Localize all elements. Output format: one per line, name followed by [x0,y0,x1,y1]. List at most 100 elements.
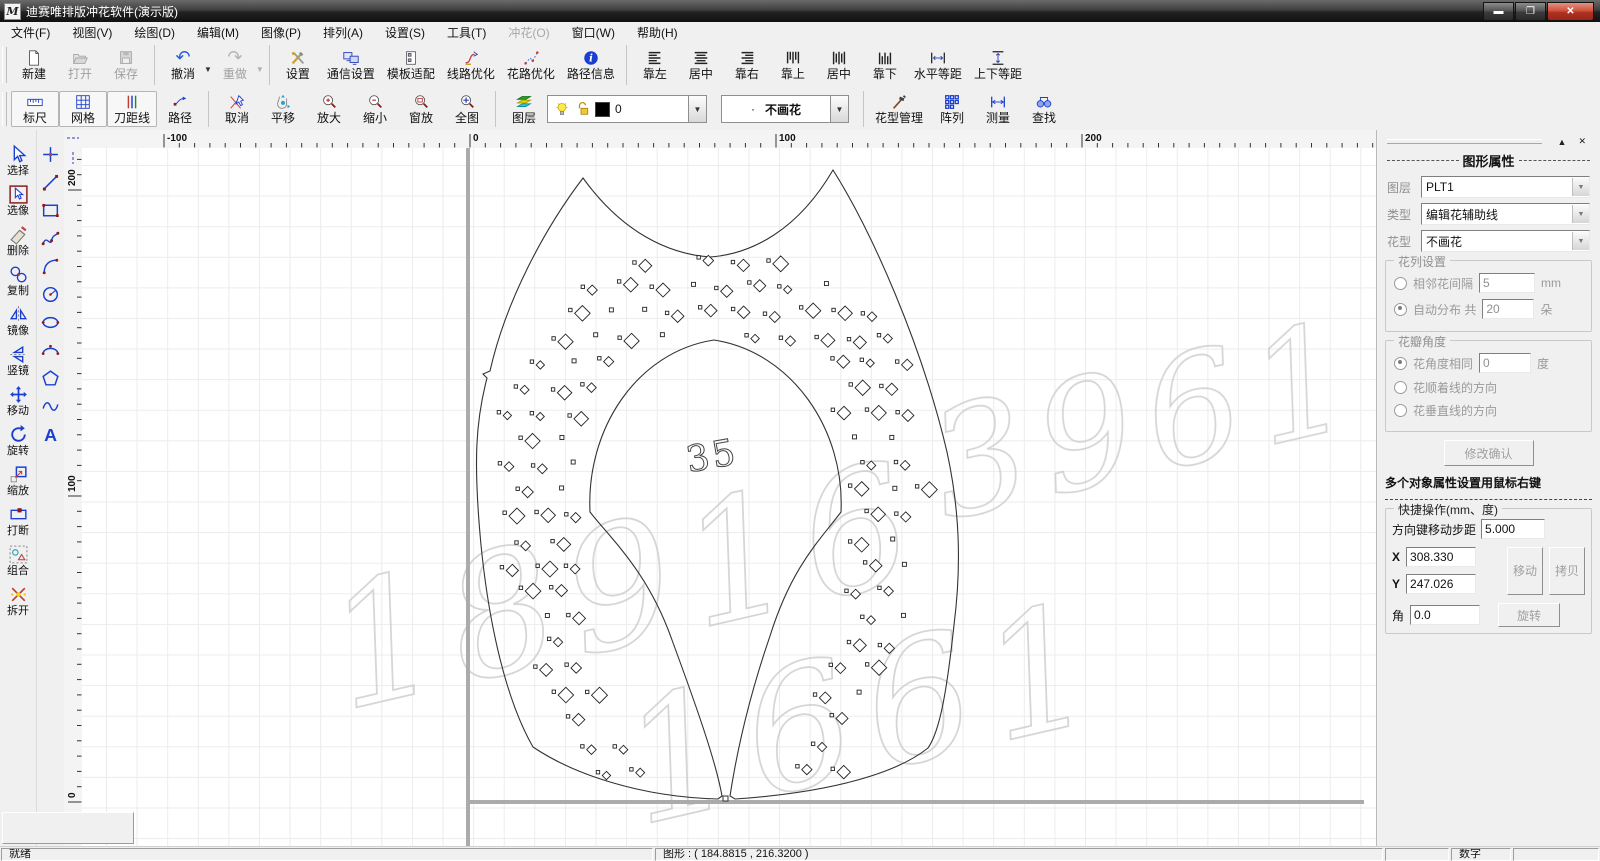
spacing-input[interactable]: 5 [1479,273,1535,293]
menu-window[interactable]: 窗口(W) [561,22,626,43]
auto-count-input[interactable]: 20 [1482,299,1534,319]
vertical-ruler[interactable]: 2001000 [64,148,83,846]
arc3point-tool-icon[interactable] [40,340,61,361]
flower-combo-arrow[interactable]: ▼ [1572,232,1589,250]
flower-manage-button[interactable]: 花型管理 [869,92,929,126]
copy-xy-button[interactable]: 拷贝 [1549,547,1585,595]
zoom-all-button[interactable]: 全图 [444,92,490,126]
pan-button[interactable]: 平移 [260,92,306,126]
tool-rotate[interactable]: 旋转 [7,424,29,457]
tool-delete[interactable]: 删除 [7,224,29,257]
ellipse-tool-icon[interactable] [40,312,61,333]
align-right-button[interactable]: 靠右 [724,48,770,82]
polygon-tool-icon[interactable] [40,368,61,389]
tool-ungroup[interactable]: 拆开 [7,584,29,617]
array-button[interactable]: 阵列 [929,92,975,126]
redo-dropdown-arrow[interactable]: ▼ [256,65,264,74]
tool-select[interactable]: 选择 [7,144,29,177]
close-button[interactable]: ✕ [1547,2,1594,21]
type-combo-arrow[interactable]: ▼ [1572,205,1589,223]
menu-punch[interactable]: 冲花(O) [497,22,560,43]
x-input[interactable]: 308.330 [1406,547,1476,567]
menu-draw[interactable]: 绘图(D) [123,22,186,43]
arc-tool-icon[interactable] [40,256,61,277]
space-horizontal-button[interactable]: 水平等距 [908,48,968,82]
panel-close-icon[interactable]: ✕ [1572,136,1592,147]
toolbar-grip[interactable] [2,92,7,126]
perp-line-radio[interactable] [1394,404,1407,417]
tool-select-image[interactable]: 选像 [7,184,29,217]
settings-button[interactable]: 设置 [275,48,321,82]
line-optimize-button[interactable]: 线路优化 [441,48,501,82]
drawing-canvas[interactable]: 18916 1661 3961 35 [82,148,1377,846]
polyline-tool-icon[interactable] [40,228,61,249]
spacing-radio[interactable] [1394,277,1407,290]
rotation-input[interactable]: 0.0 [1410,605,1480,625]
slit-node-marker[interactable] [723,796,728,801]
knife-line-toggle-button[interactable]: 刀距线 [107,91,157,127]
pen-layer-combo-arrow[interactable]: ▼ [688,95,707,123]
menu-file[interactable]: 文件(F) [0,22,61,43]
redo-button[interactable]: ↷ 重做 [212,48,258,82]
confirm-modify-button[interactable]: 修改确认 [1444,440,1534,466]
align-hcenter-button[interactable]: 居中 [678,48,724,82]
line-tool-icon[interactable] [40,172,61,193]
menu-tools[interactable]: 工具(T) [436,22,497,43]
ruler-toggle-button[interactable]: 标尺 [11,91,59,127]
align-top-button[interactable]: 靠上 [770,48,816,82]
undo-button[interactable]: ↶ 撤消 [160,48,206,82]
pen-layer-combo[interactable]: 0 [547,95,688,123]
menu-edit[interactable]: 编辑(M) [186,22,250,43]
minimize-button[interactable]: ▬ [1483,2,1514,21]
tool-scale[interactable]: 缩放 [7,464,29,497]
move-xy-button[interactable]: 移动 [1507,547,1543,595]
path-toggle-button[interactable]: 路径 [157,92,203,126]
panel-grip[interactable]: ▲ ✕ [1377,130,1600,149]
align-left-button[interactable]: 靠左 [632,48,678,82]
curve-tool-icon[interactable] [40,396,61,417]
step-input[interactable]: 5.000 [1481,519,1545,539]
template-fit-button[interactable]: 模板适配 [381,48,441,82]
tool-move[interactable]: 移动 [7,384,29,417]
measure-button[interactable]: 测量 [975,92,1021,126]
layer-combo[interactable]: PLT1 ▼ [1421,176,1590,198]
tool-group[interactable]: 组合 [7,544,29,577]
circle-tool-icon[interactable] [40,284,61,305]
cancel-button[interactable]: 取消 [214,92,260,126]
layer-combo-arrow[interactable]: ▼ [1572,178,1589,196]
rotate-apply-button[interactable]: 旋转 [1498,603,1560,627]
flower-type-combo-arrow[interactable]: ▼ [830,95,849,123]
new-button[interactable]: 新建 [11,48,57,82]
y-input[interactable]: 247.026 [1406,574,1476,594]
menu-view[interactable]: 视图(V) [61,22,123,43]
menu-settings[interactable]: 设置(S) [374,22,436,43]
zoom-in-button[interactable]: 放大 [306,92,352,126]
same-angle-radio[interactable] [1394,357,1407,370]
path-info-button[interactable]: i 路径信息 [561,48,621,82]
save-button[interactable]: 保存 [103,48,149,82]
tool-mirror-vertical[interactable]: 竖镜 [7,344,29,377]
tool-copy[interactable]: 复制 [7,264,29,297]
rectangle-tool-icon[interactable] [40,200,61,221]
flower-type-combo[interactable]: · 不画花 [721,95,830,123]
angle-input[interactable]: 0 [1479,353,1531,373]
horizontal-ruler[interactable]: -1000100200 [64,130,1377,149]
menu-image[interactable]: 图像(P) [250,22,312,43]
text-tool-icon[interactable]: A [40,424,61,445]
along-line-radio[interactable] [1394,381,1407,394]
grid-toggle-button[interactable]: 网格 [59,91,107,127]
auto-distribute-radio[interactable] [1394,303,1407,316]
tool-mirror[interactable]: 镜像 [7,304,29,337]
zoom-out-button[interactable]: 缩小 [352,92,398,126]
point-tool-icon[interactable] [40,144,61,165]
menu-help[interactable]: 帮助(H) [626,22,689,43]
panel-collapse-icon[interactable]: ▲ [1552,137,1573,147]
open-button[interactable]: 打开 [57,48,103,82]
tool-break[interactable]: 打断 [7,504,29,537]
restore-button[interactable]: ❐ [1515,2,1546,21]
layers-button[interactable]: 图层 [501,92,547,126]
menu-arrange[interactable]: 排列(A) [312,22,374,43]
comm-settings-button[interactable]: 通信设置 [321,48,381,82]
space-vertical-button[interactable]: 上下等距 [968,48,1028,82]
align-vcenter-button[interactable]: 居中 [816,48,862,82]
